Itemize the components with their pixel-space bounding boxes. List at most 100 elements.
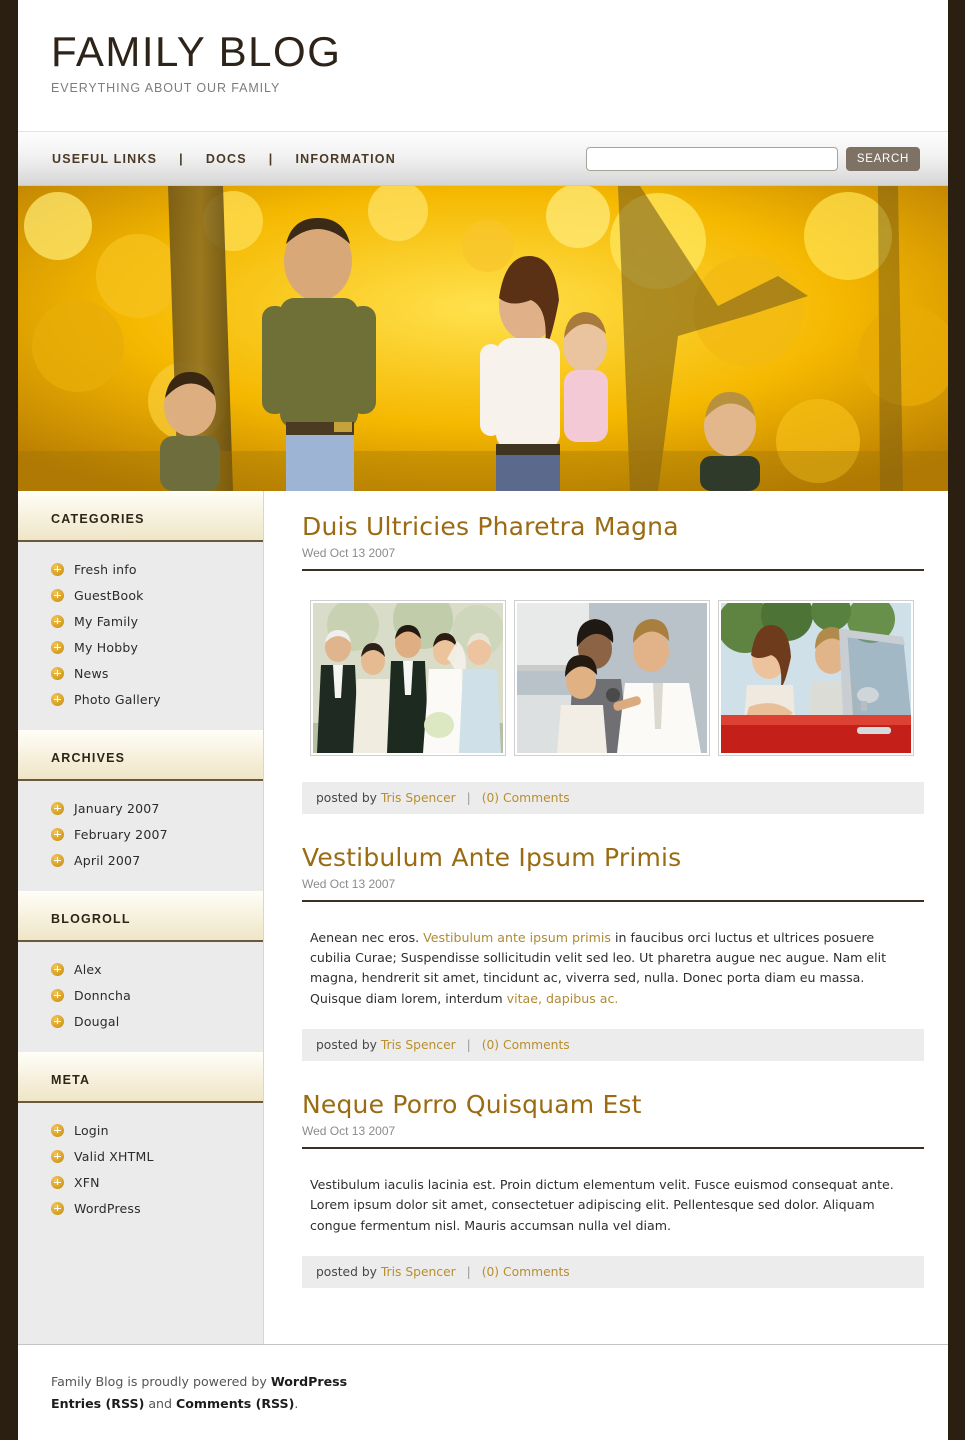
doctor-examining-child-photo xyxy=(517,602,707,753)
blogroll-list: Alex Donncha Dougal xyxy=(18,942,263,1052)
thumbnail-wedding-group[interactable] xyxy=(310,599,506,756)
page-container: FAMILY BLOG EVERYTHING ABOUT OUR FAMILY … xyxy=(18,0,948,1440)
list-item[interactable]: Alex xyxy=(18,956,263,982)
post-title[interactable]: Neque Porro Quisquam Est xyxy=(302,1090,924,1120)
list-item[interactable]: January 2007 xyxy=(18,795,263,821)
nav-item-docs[interactable]: DOCS xyxy=(206,152,247,166)
widget-categories: CATEGORIES Fresh info GuestBook My Famil… xyxy=(18,491,263,730)
list-item[interactable]: Fresh info xyxy=(18,556,263,582)
list-item[interactable]: Photo Gallery xyxy=(18,686,263,712)
list-item[interactable]: Login xyxy=(18,1117,263,1143)
nav-item-useful-links[interactable]: USEFUL LINKS xyxy=(52,152,157,166)
footer-link-entries-rss[interactable]: Entries (RSS) xyxy=(51,1396,144,1411)
plus-circle-icon xyxy=(51,666,64,680)
thumbnail-couple-red-car[interactable] xyxy=(718,599,914,756)
sidebar-link-dougal[interactable]: Dougal xyxy=(74,1014,119,1029)
sidebar-link-photo-gallery[interactable]: Photo Gallery xyxy=(74,692,161,707)
widget-meta: META Login Valid XHTML XFN WordPress xyxy=(18,1052,263,1239)
list-item[interactable]: My Hobby xyxy=(18,634,263,660)
footer-link-wordpress[interactable]: WordPress xyxy=(271,1374,347,1389)
plus-circle-icon xyxy=(51,827,64,841)
widget-title-archives: ARCHIVES xyxy=(18,730,263,781)
post-author-link[interactable]: Tris Spencer xyxy=(381,1265,456,1279)
inline-link-vitae-dapibus[interactable]: vitae, dapibus ac. xyxy=(507,991,619,1006)
main-navigation: USEFUL LINKS | DOCS | INFORMATION SEARCH xyxy=(18,131,948,186)
list-item[interactable]: February 2007 xyxy=(18,821,263,847)
widget-title-blogroll: BLOGROLL xyxy=(18,891,263,942)
categories-list: Fresh info GuestBook My Family My Hobby … xyxy=(18,542,263,730)
sidebar-link-xfn[interactable]: XFN xyxy=(74,1175,100,1190)
plus-circle-icon xyxy=(51,962,64,976)
plus-circle-icon xyxy=(51,1123,64,1137)
post-thumbnail-gallery xyxy=(310,599,924,756)
post-vestibulum-ante-ipsum-primis: Vestibulum Ante Ipsum Primis Wed Oct 13 … xyxy=(302,843,924,1062)
post-neque-porro-quisquam-est: Neque Porro Quisquam Est Wed Oct 13 2007… xyxy=(302,1090,924,1288)
plus-circle-icon xyxy=(51,1175,64,1189)
sidebar-link-wordpress[interactable]: WordPress xyxy=(74,1201,141,1216)
post-text-part: Aenean nec eros. xyxy=(310,929,424,945)
sidebar-link-february-2007[interactable]: February 2007 xyxy=(74,827,168,842)
plus-circle-icon xyxy=(51,853,64,867)
wedding-group-photo xyxy=(313,602,503,753)
sidebar-link-my-family[interactable]: My Family xyxy=(74,614,138,629)
footer-and-text: and xyxy=(144,1395,177,1411)
search-input[interactable] xyxy=(585,146,838,171)
post-date: Wed Oct 13 2007 xyxy=(302,1124,924,1149)
sidebar-link-donncha[interactable]: Donncha xyxy=(74,988,131,1003)
meta-separator: | xyxy=(466,1264,471,1279)
search-form: SEARCH xyxy=(585,146,920,171)
nav-item-information[interactable]: INFORMATION xyxy=(295,152,395,166)
post-comments-link[interactable]: (0) Comments xyxy=(482,1265,570,1279)
post-comments-link[interactable]: (0) Comments xyxy=(482,1038,570,1052)
inline-link-vestibulum[interactable]: Vestibulum ante ipsum primis xyxy=(423,930,611,945)
list-item[interactable]: Donncha xyxy=(18,982,263,1008)
post-meta: posted by Tris Spencer | (0) Comments xyxy=(302,1029,924,1062)
post-meta: posted by Tris Spencer | (0) Comments xyxy=(302,781,924,814)
banner-illustration xyxy=(18,186,948,491)
post-author-link[interactable]: Tris Spencer xyxy=(381,1038,456,1052)
sidebar-link-fresh-info[interactable]: Fresh info xyxy=(74,562,137,577)
post-title[interactable]: Vestibulum Ante Ipsum Primis xyxy=(302,843,924,873)
list-item[interactable]: WordPress xyxy=(18,1195,263,1221)
widget-blogroll: BLOGROLL Alex Donncha Dougal xyxy=(18,891,263,1052)
sidebar-link-news[interactable]: News xyxy=(74,666,109,681)
post-date: Wed Oct 13 2007 xyxy=(302,546,924,571)
plus-circle-icon xyxy=(51,562,64,576)
sidebar-link-my-hobby[interactable]: My Hobby xyxy=(74,640,138,655)
site-tagline: EVERYTHING ABOUT OUR FAMILY xyxy=(51,81,281,96)
plus-circle-icon xyxy=(51,801,64,815)
archives-list: January 2007 February 2007 April 2007 xyxy=(18,781,263,891)
list-item[interactable]: Valid XHTML xyxy=(18,1143,263,1169)
meta-separator: | xyxy=(466,790,471,805)
plus-circle-icon xyxy=(51,1014,64,1028)
post-comments-link[interactable]: (0) Comments xyxy=(482,791,570,805)
list-item[interactable]: GuestBook xyxy=(18,582,263,608)
sidebar-link-april-2007[interactable]: April 2007 xyxy=(74,853,140,868)
posted-by-label: posted by xyxy=(316,1264,377,1279)
plus-circle-icon xyxy=(51,640,64,654)
site-title: FAMILY BLOG xyxy=(51,28,342,75)
couple-in-red-car-photo xyxy=(721,602,911,753)
footer-link-comments-rss[interactable]: Comments (RSS) xyxy=(176,1396,294,1411)
search-button[interactable]: SEARCH xyxy=(845,146,920,171)
site-footer: Family Blog is proudly powered by WordPr… xyxy=(18,1343,948,1440)
nav-separator: | xyxy=(179,151,184,166)
meta-list: Login Valid XHTML XFN WordPress xyxy=(18,1103,263,1239)
list-item[interactable]: April 2007 xyxy=(18,847,263,873)
post-title[interactable]: Duis Ultricies Pharetra Magna xyxy=(302,512,924,542)
nav-link-list: USEFUL LINKS | DOCS | INFORMATION xyxy=(52,152,396,166)
body-wrapper: CATEGORIES Fresh info GuestBook My Famil… xyxy=(18,491,948,1344)
sidebar-link-guestbook[interactable]: GuestBook xyxy=(74,588,144,603)
sidebar-link-valid-xhtml[interactable]: Valid XHTML xyxy=(74,1149,154,1164)
plus-circle-icon xyxy=(51,614,64,628)
sidebar-link-january-2007[interactable]: January 2007 xyxy=(74,801,160,816)
list-item[interactable]: Dougal xyxy=(18,1008,263,1034)
list-item[interactable]: News xyxy=(18,660,263,686)
sidebar-link-alex[interactable]: Alex xyxy=(74,962,102,977)
list-item[interactable]: XFN xyxy=(18,1169,263,1195)
thumbnail-doctor-child[interactable] xyxy=(514,599,710,756)
post-body: Aenean nec eros. Vestibulum ante ipsum p… xyxy=(310,928,902,1010)
post-author-link[interactable]: Tris Spencer xyxy=(381,791,456,805)
list-item[interactable]: My Family xyxy=(18,608,263,634)
sidebar-link-login[interactable]: Login xyxy=(74,1123,109,1138)
